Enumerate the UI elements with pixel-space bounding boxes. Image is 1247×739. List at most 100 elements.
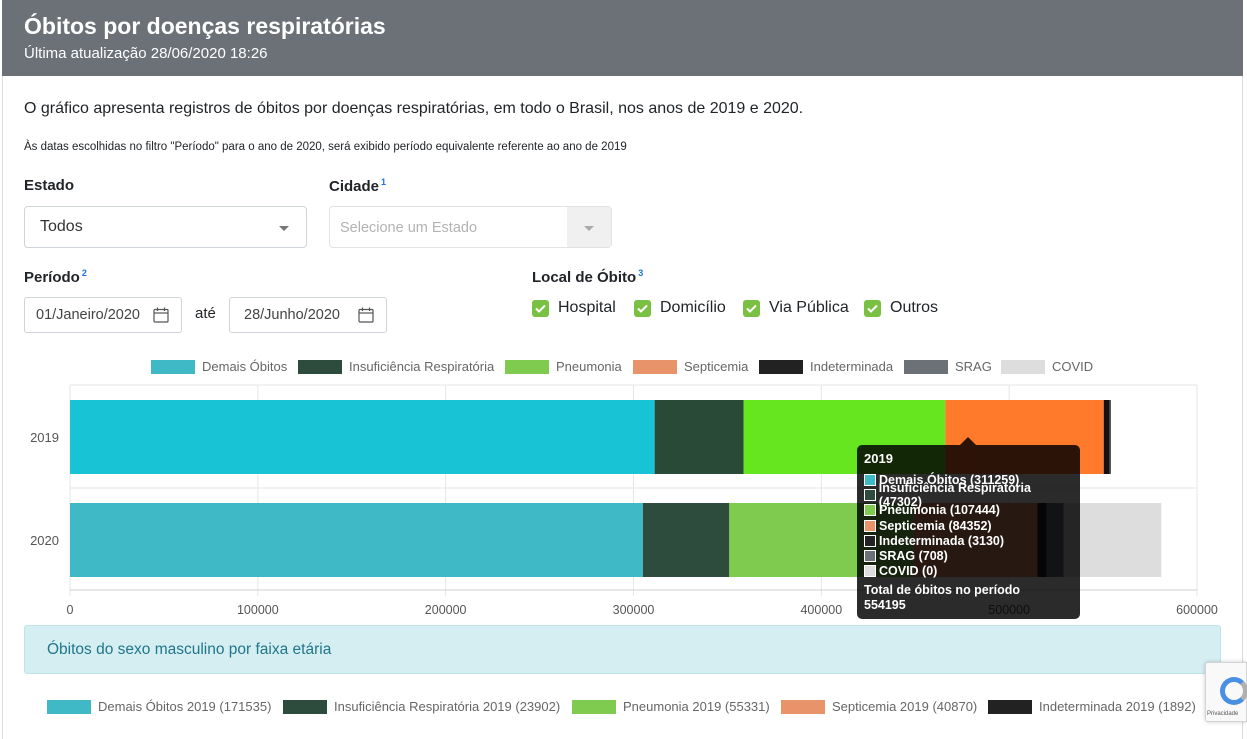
checkbox-label: Hospital [558,299,616,316]
recaptcha-badge[interactable]: Privacidade [1205,662,1247,722]
tooltip-row-label: Indeterminada (3130) [879,533,1005,548]
legend-swatch [283,699,327,714]
check-icon[interactable] [532,299,549,317]
tooltip-total-label: Total de óbitos no período [864,583,1021,598]
tooltip-swatch [864,534,876,547]
checkbox-outros[interactable]: Outros [864,298,938,318]
legend-swatch [1001,359,1045,374]
checkbox-hospital[interactable]: Hospital [532,298,616,318]
bar-srag-2019 [1109,400,1111,474]
tooltip-swatch [864,519,876,532]
y-tick-label: 2019 [30,430,59,445]
cidade-select[interactable]: Selecione um Estado [329,206,612,248]
x-tick-label: 600000 [1176,603,1218,617]
masculino-legend-item[interactable]: Septicemia 2019 (40870) [781,699,977,714]
legend-swatch [47,699,91,714]
tooltip-swatch [864,550,876,563]
checkbox-domicilio[interactable]: Domicílio [634,298,726,318]
cidade-footnote-ref[interactable]: 1 [381,177,386,187]
cidade-label: Cidade 1 [329,177,387,195]
tooltip-row: SRAG (708) [864,548,1073,563]
x-tick-label: 0 [67,603,74,617]
tooltip-row: Insuficiência Respiratória (47302) [864,481,1073,509]
tooltip-row: Septicemia (84352) [864,518,1073,533]
legend-item-pneumonia[interactable]: Pneumonia [505,359,622,374]
legend-swatch [988,699,1032,714]
calendar-icon[interactable] [358,307,374,323]
legend-item-insuficiencia-respiratoria[interactable]: Insuficiência Respiratória [298,359,494,374]
chart-legend: Demais Óbitos Insuficiência Respiratória P… [0,359,1247,377]
date-end-input[interactable]: 28/Junho/2020 [229,297,387,333]
check-icon[interactable] [743,299,760,317]
tooltip-row-label: Septicemia (84352) [879,518,992,533]
legend-item-indeterminada[interactable]: Indeterminada [759,359,893,374]
date-start-value: 01/Janeiro/2020 [36,307,140,323]
tooltip-row: Indeterminada (3130) [864,533,1073,548]
date-end-value: 28/Junho/2020 [244,307,340,323]
legend-item-demais-obitos[interactable]: Demais Óbitos [151,359,287,374]
bar-indeterminada-2019 [1103,400,1110,474]
legend-swatch [151,359,195,374]
check-icon[interactable] [634,299,651,317]
page-header: Óbitos por doenças respiratórias Última … [2,0,1243,76]
checkbox-label: Via Pública [769,299,849,316]
local-footnote-ref[interactable]: 3 [638,268,643,278]
cidade-placeholder: Selecione um Estado [340,220,478,236]
legend-swatch [781,699,825,714]
legend-label: Insuficiência Respiratória 2019 (23902) [334,699,561,714]
tooltip-row: COVID (0) [864,564,1073,579]
masculino-legend-item[interactable]: Indeterminada 2019 (1892) [988,699,1196,714]
legend-label: Insuficiência Respiratória [349,359,495,374]
page-title: Óbitos por doenças respiratórias [24,13,386,39]
check-icon[interactable] [864,299,881,317]
legend-swatch [759,359,803,374]
x-tick-label: 100000 [237,603,279,617]
recaptcha-privacy-link[interactable]: Privacidade [1207,711,1238,717]
x-tick-label: 400000 [800,603,842,617]
legend-label: Demais Óbitos 2019 (171535) [98,699,272,714]
legend-swatch [633,359,677,374]
legend-swatch [904,359,948,374]
masculino-legend-item[interactable]: Pneumonia 2019 (55331) [572,699,770,714]
calendar-icon[interactable] [153,307,169,323]
tooltip-total-value: 554195 [864,598,906,613]
date-start-input[interactable]: 01/Janeiro/2020 [24,297,182,333]
legend-label: Indeterminada 2019 (1892) [1039,699,1196,714]
tooltip-row-label: SRAG (708) [879,549,948,564]
bar-insuficiencia-respiratoria-2020 [642,503,730,577]
legend-label: Septicemia 2019 (40870) [832,699,978,714]
periodo-label: Período 2 [24,268,87,286]
legend-label: Indeterminada [810,359,894,374]
estado-select[interactable]: Todos [24,206,307,248]
legend-label: COVID [1052,359,1094,374]
bar-demais-obitos-2019 [70,400,655,474]
checkbox-label: Domicílio [660,299,726,316]
legend-label: Pneumonia [556,359,622,374]
legend-item-srag[interactable]: SRAG [904,359,992,374]
x-tick-label: 300000 [613,603,655,617]
checkbox-via-publica[interactable]: Via Pública [743,298,849,318]
legend-item-covid[interactable]: COVID [1001,359,1093,374]
tooltip-title: 2019 [864,451,893,466]
chart-description: O gráfico apresenta registros de óbitos … [24,100,804,117]
masculino-legend-item[interactable]: Demais Óbitos 2019 (171535) [47,699,271,714]
masculino-legend-item[interactable]: Insuficiência Respiratória 2019 (23902) [283,699,560,714]
tooltip-swatch [864,488,876,501]
estado-label: Estado [24,177,75,194]
legend-item-septicemia[interactable]: Septicemia [633,359,748,374]
bar-insuficiencia-respiratoria-2019 [654,400,744,474]
tooltip-row-label: Pneumonia (107444) [879,503,1000,518]
x-tick-label: 200000 [425,603,467,617]
legend-swatch [572,699,616,714]
periodo-footnote-ref[interactable]: 2 [82,268,87,278]
legend-label: Septicemia [684,359,749,374]
tooltip-row-label: COVID (0) [879,564,938,579]
checkbox-label: Outros [890,299,939,316]
local-obito-label: Local de Óbito 3 [532,268,644,286]
masculino-chart-legend: Demais Óbitos 2019 (171535) Insuficiência… [0,699,1247,717]
tooltip-swatch [864,565,876,578]
tooltip-swatch [864,504,876,517]
masculino-section-header[interactable]: Óbitos do sexo masculino por faixa etári… [24,625,1221,674]
y-tick-label: 2020 [30,533,59,548]
chart-tooltip: 2019 Demais Óbitos (311259) Insuficiência… [857,445,1080,619]
